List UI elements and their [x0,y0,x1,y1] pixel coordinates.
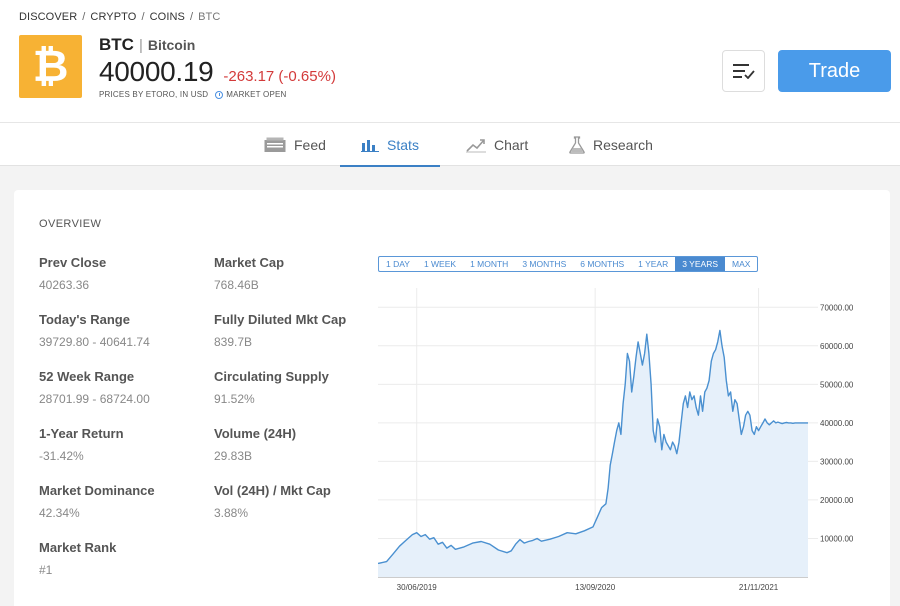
price-change: -263.17 (-0.65%) [223,68,336,85]
flask-icon [569,135,585,154]
tab-label: Stats [387,136,419,153]
stat-value: 91.52% [214,392,255,406]
stat-value: 29.83B [214,449,253,463]
tab-label: Feed [294,136,326,153]
period-max[interactable]: MAX [725,257,757,271]
stat-market-rank: Market Rank #1 [39,540,116,577]
tab-stats[interactable]: Stats [340,123,440,167]
stat-value: 39729.80 - 40641.74 [39,335,150,349]
tab-chart[interactable]: Chart [466,123,528,166]
price-meta: PRICES BY ETORO, IN USD MARKET OPEN [99,90,287,99]
stat-value: 42.34% [39,506,80,520]
tab-label: Chart [494,136,529,153]
tab-label: Research [593,136,653,153]
clock-icon [215,90,224,99]
instrument-name: Bitcoin [147,37,196,53]
breadcrumb-separator: / [82,11,86,23]
breadcrumb-crypto[interactable]: CRYPTO [90,11,136,23]
breadcrumb-current: BTC [198,11,221,23]
y-tick-label: 60000.00 [820,342,854,351]
stat-52-week-range: 52 Week Range 28701.99 - 68724.00 [39,369,150,406]
stat-label: 1-Year Return [39,426,124,441]
x-tick-label: 30/06/2019 [397,583,438,592]
stat-label: Prev Close [39,255,107,270]
stat-todays-range: Today's Range 39729.80 - 40641.74 [39,312,150,349]
price-area-fill [378,330,808,577]
stat-value: #1 [39,563,53,577]
instrument-title: BTC | Bitcoin [99,35,195,55]
stat-label: Market Rank [39,540,117,555]
bitcoin-glyph: ₿ [32,40,69,92]
header: DISCOVER / CRYPTO / COINS / BTC ₿ BTC | Bitcoin … [0,0,900,122]
line-chart-icon [466,137,486,153]
y-tick-label: 20000.00 [820,496,854,505]
stat-label: Circulating Supply [214,369,329,384]
stat-label: Market Cap [214,255,285,270]
stat-1-year-return: 1-Year Return -31.42% [39,426,124,463]
x-tick-label: 13/09/2020 [575,583,616,592]
stat-value: 28701.99 - 68724.00 [39,392,150,406]
tab-research[interactable]: Research [569,123,653,166]
breadcrumb-separator: / [141,11,145,23]
breadcrumb-discover[interactable]: DISCOVER [19,11,77,23]
stat-label: Fully Diluted Mkt Cap [214,312,347,327]
bitcoin-logo-icon: ₿ [19,35,82,98]
y-tick-label: 70000.00 [820,303,854,312]
stat-value: 40263.36 [39,278,90,292]
stat-label: Today's Range [39,312,130,327]
stat-vol-mkt-cap: Vol (24H) / Mkt Cap 3.88% [214,483,331,520]
x-tick-label: 21/11/2021 [739,583,779,592]
stat-market-cap: Market Cap 768.46B [214,255,284,292]
title-divider: | [138,37,143,54]
stat-label: 52 Week Range [39,369,135,384]
stat-volume-24h: Volume (24H) 29.83B [214,426,296,463]
price-source: PRICES BY ETORO, IN USD [99,90,209,99]
stat-label: Market Dominance [39,483,155,498]
stat-value: 3.88% [214,506,249,520]
period-6-months[interactable]: 6 MONTHS [573,257,631,271]
overview-title: OVERVIEW [39,218,102,230]
stat-value: -31.42% [39,449,84,463]
watchlist-button[interactable] [722,50,765,92]
price-chart-svg: 10000.00 20000.00 30000.00 40000.00 50000.00… [377,288,854,592]
ticker-symbol: BTC [99,35,134,54]
newspaper-icon [264,137,286,153]
trade-button[interactable]: Trade [778,50,891,92]
tab-feed[interactable]: Feed [264,123,326,166]
y-tick-label: 10000.00 [820,534,854,543]
period-1-day[interactable]: 1 DAY [379,257,417,271]
tab-bar: Feed Stats Chart Research [0,122,900,167]
stat-fully-diluted-mkt-cap: Fully Diluted Mkt Cap 839.7B [214,312,346,349]
bar-chart-icon [361,138,380,152]
list-check-icon [732,64,755,79]
stat-market-dominance: Market Dominance 42.34% [39,483,155,520]
stats-card: OVERVIEW Prev Close 40263.36 Today's Ran… [14,190,890,606]
stat-circulating-supply: Circulating Supply 91.52% [214,369,329,406]
breadcrumb: DISCOVER / CRYPTO / COINS / BTC [19,11,220,23]
y-tick-label: 40000.00 [820,419,854,428]
stat-value: 768.46B [214,278,259,292]
price-block: 40000.19 -263.17 (-0.65%) [99,56,336,88]
stat-value: 839.7B [214,335,253,349]
period-selector: 1 DAY 1 WEEK 1 MONTH 3 MONTHS 6 MONTHS 1… [378,256,759,272]
price-chart[interactable]: 10000.00 20000.00 30000.00 40000.00 50000.00… [377,288,890,606]
market-status: MARKET OPEN [226,90,287,99]
current-price: 40000.19 [99,56,214,87]
breadcrumb-coins[interactable]: COINS [150,11,185,23]
period-1-year[interactable]: 1 YEAR [631,257,675,271]
y-tick-label: 50000.00 [820,380,854,389]
breadcrumb-separator: / [189,11,194,23]
stat-label: Vol (24H) / Mkt Cap [214,483,331,498]
y-tick-label: 30000.00 [820,457,854,466]
period-3-years[interactable]: 3 YEARS [675,257,726,271]
period-1-month[interactable]: 1 MONTH [463,257,515,271]
stat-prev-close: Prev Close 40263.36 [39,255,106,292]
stat-label: Volume (24H) [214,426,297,441]
period-3-months[interactable]: 3 MONTHS [515,257,573,271]
period-1-week[interactable]: 1 WEEK [417,257,463,271]
